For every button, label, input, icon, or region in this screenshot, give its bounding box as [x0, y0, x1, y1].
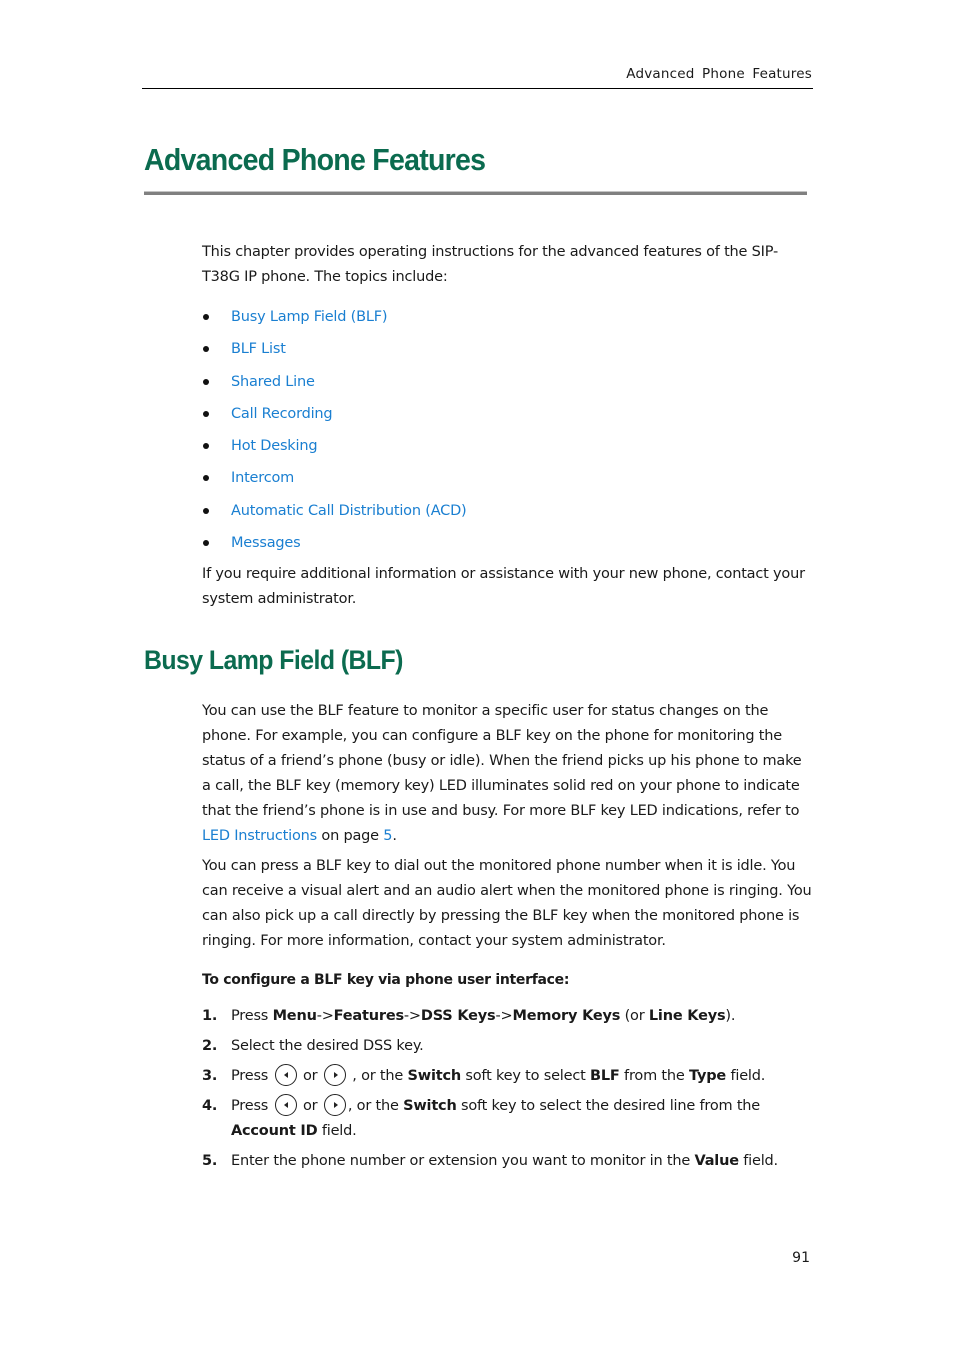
topic-link-call-recording[interactable]: Call Recording	[231, 406, 333, 422]
topic-item: Intercom	[202, 462, 814, 494]
blf-usage-paragraph: You can press a BLF key to dial out the …	[202, 858, 812, 949]
step-item: 2. Select the desired DSS key.	[202, 1034, 814, 1059]
blf-description-paragraph: You can use the BLF feature to monitor a…	[202, 699, 814, 849]
blf-label: BLF	[590, 1068, 620, 1084]
step-text: Press	[231, 1098, 273, 1114]
topics-list-block: Busy Lamp Field (BLF) BLF List Shared Li…	[202, 301, 814, 559]
step-text: (or	[620, 1008, 649, 1024]
features-label: Features	[333, 1008, 404, 1024]
topic-link-intercom[interactable]: Intercom	[231, 470, 294, 486]
step-item: 3. Press or , or the Switch soft key to s…	[202, 1064, 814, 1089]
topic-item: Call Recording	[202, 398, 814, 430]
step-number: 3.	[202, 1068, 218, 1084]
led-instructions-link[interactable]: LED Instructions	[202, 828, 317, 844]
procedure-heading: To configure a BLF key via phone user in…	[202, 972, 570, 988]
bullet-icon	[203, 540, 209, 547]
step-item: 1. Press Menu->Features->DSS Keys->Memory…	[202, 1004, 814, 1029]
navigation-right-key-icon	[323, 1094, 346, 1116]
step-text: Select the desired DSS key.	[231, 1038, 424, 1054]
step-item: 4. Press or , or the Switch soft key to s…	[202, 1094, 814, 1144]
dss-keys-label: DSS Keys	[420, 1008, 496, 1024]
chapter-intro-block: This chapter provides operating instruct…	[202, 240, 814, 290]
step-text: field.	[726, 1068, 766, 1084]
chapter-intro: This chapter provides operating instruct…	[202, 244, 779, 285]
memory-keys-label: Memory Keys	[512, 1008, 621, 1024]
bullet-icon	[203, 507, 209, 514]
paragraph-text: You can use the BLF feature to monitor a…	[202, 703, 802, 819]
step-number: 4.	[202, 1098, 218, 1114]
page-reference-link[interactable]: 5	[383, 828, 392, 844]
step-text: , or the	[347, 1068, 408, 1084]
step-text: Press	[231, 1068, 273, 1084]
step-text: ).	[725, 1008, 736, 1024]
switch-softkey-label: Switch	[407, 1068, 462, 1084]
switch-softkey-label: Switch	[403, 1098, 457, 1114]
step-text: Press	[231, 1008, 273, 1024]
line-keys-label: Line Keys	[648, 1008, 726, 1024]
step-text: field.	[317, 1123, 357, 1139]
step-item: 5. Enter the phone number or extension yo…	[202, 1149, 814, 1174]
topic-link-blf[interactable]: Busy Lamp Field (BLF)	[231, 309, 388, 325]
section-body: You can use the BLF feature to monitor a…	[202, 699, 814, 1179]
topic-item: Messages	[202, 527, 814, 559]
topic-item: BLF List	[202, 333, 814, 365]
topic-item: Shared Line	[202, 366, 814, 398]
menu-label: Menu	[272, 1008, 317, 1024]
chapter-outro-block: If you require additional information or…	[202, 562, 814, 612]
arrow-text: ->	[316, 1008, 334, 1024]
bullet-icon	[203, 443, 209, 450]
step-number: 5.	[202, 1153, 218, 1169]
paragraph-text: on page	[316, 828, 384, 844]
navigation-left-key-icon	[274, 1064, 297, 1086]
topic-item: Automatic Call Distribution (ACD)	[202, 495, 814, 527]
step-text: from the	[619, 1068, 690, 1084]
arrow-text: ->	[403, 1008, 421, 1024]
topic-link-shared-line[interactable]: Shared Line	[231, 374, 315, 390]
paragraph-text: .	[392, 828, 397, 844]
step-number: 1.	[202, 1008, 218, 1024]
section-title: Busy Lamp Field (BLF)	[144, 645, 403, 675]
topic-link-blf-list[interactable]: BLF List	[231, 341, 286, 357]
title-divider	[144, 191, 807, 195]
page-number: 91	[792, 1250, 810, 1266]
bullet-icon	[203, 475, 209, 482]
value-field-label: Value	[694, 1153, 739, 1169]
topic-item: Hot Desking	[202, 430, 814, 462]
chapter-outro: If you require additional information or…	[202, 566, 805, 607]
chapter-title: Advanced Phone Features	[144, 142, 486, 177]
step-number: 2.	[202, 1038, 218, 1054]
type-field-label: Type	[689, 1068, 727, 1084]
bullet-icon	[203, 378, 209, 385]
account-id-label: Account ID	[231, 1123, 318, 1139]
step-text: soft key to select the desired line from…	[456, 1098, 761, 1114]
bullet-icon	[203, 410, 209, 417]
step-text: field.	[738, 1153, 778, 1169]
topic-link-hot-desking[interactable]: Hot Desking	[231, 438, 318, 454]
step-text: soft key to select	[461, 1068, 591, 1084]
arrow-text: ->	[495, 1008, 513, 1024]
procedure-steps: 1. Press Menu->Features->DSS Keys->Memory…	[202, 1004, 814, 1174]
topic-link-messages[interactable]: Messages	[231, 535, 301, 551]
step-text: or	[298, 1068, 322, 1084]
running-header: Advanced Phone Features	[626, 66, 812, 82]
bullet-icon	[203, 346, 209, 353]
navigation-left-key-icon	[274, 1094, 297, 1116]
topics-list: Busy Lamp Field (BLF) BLF List Shared Li…	[202, 301, 814, 559]
header-divider	[142, 88, 813, 89]
step-text: , or the	[347, 1098, 404, 1114]
step-text: Enter the phone number or extension you …	[231, 1153, 695, 1169]
topic-item: Busy Lamp Field (BLF)	[202, 301, 814, 333]
bullet-icon	[203, 314, 209, 320]
step-text: or	[298, 1098, 322, 1114]
navigation-right-key-icon	[323, 1064, 346, 1086]
topic-link-acd[interactable]: Automatic Call Distribution (ACD)	[231, 503, 467, 519]
